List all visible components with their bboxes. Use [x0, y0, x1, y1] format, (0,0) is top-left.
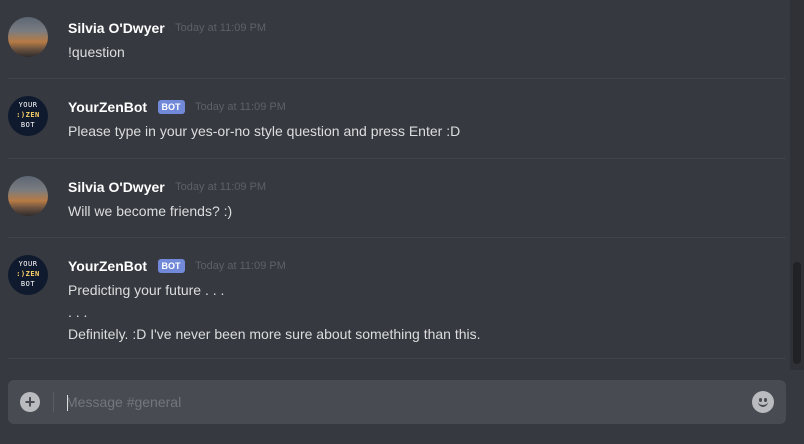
message-timestamp: Today at 11:09 PM — [175, 21, 267, 34]
bot-avatar[interactable]: YOUR :)ZEN BOT — [8, 255, 48, 295]
message-item: Silvia O'Dwyer Today at 11:09 PM !questi… — [8, 0, 786, 79]
message-author[interactable]: YourZenBot — [68, 99, 147, 115]
chat-window: Silvia O'Dwyer Today at 11:09 PM !questi… — [0, 0, 804, 444]
message-content: Please type in your yes-or-no style ques… — [68, 120, 460, 142]
bot-badge: BOT — [157, 258, 185, 273]
text-caret — [67, 395, 68, 411]
bot-logo-line: BOT — [20, 280, 36, 288]
message-item: Silvia O'Dwyer Today at 11:09 PM Will we… — [8, 159, 786, 238]
message-scrollbar[interactable] — [790, 0, 804, 370]
message-line: Predicting your future . . . — [68, 282, 225, 298]
message-timestamp: Today at 11:09 PM — [194, 259, 286, 272]
message-header: YourZenBot BOT Today at 11:09 PM — [68, 257, 286, 277]
message-line: Will we become friends? :) — [68, 203, 233, 219]
message-input[interactable] — [66, 388, 736, 416]
bot-logo: YOUR :)ZEN BOT — [8, 96, 48, 136]
bot-logo-line: :)ZEN — [16, 111, 40, 119]
message-list[interactable]: Silvia O'Dwyer Today at 11:09 PM !questi… — [0, 0, 790, 368]
message-line: !question — [68, 44, 125, 60]
message-author[interactable]: YourZenBot — [68, 258, 147, 274]
bot-logo-line: YOUR — [18, 101, 38, 109]
message-author[interactable]: Silvia O'Dwyer — [68, 179, 165, 195]
message-header: Silvia O'Dwyer Today at 11:09 PM — [68, 178, 266, 198]
bot-logo-line: :)ZEN — [16, 270, 40, 278]
message-item: YOUR :)ZEN BOT YourZenBot BOT Today at 1… — [8, 238, 786, 359]
composer-divider — [53, 392, 54, 412]
message-content: Predicting your future . . . . . . Defin… — [68, 279, 481, 345]
message-header: YourZenBot BOT Today at 11:09 PM — [68, 98, 286, 118]
message-timestamp: Today at 11:09 PM — [194, 100, 286, 113]
message-line: Please type in your yes-or-no style ques… — [68, 123, 461, 139]
user-avatar[interactable] — [8, 176, 48, 216]
message-content: Will we become friends? :) — [68, 200, 232, 222]
emoji-mouth — [758, 402, 768, 407]
bot-avatar[interactable]: YOUR :)ZEN BOT — [8, 96, 48, 136]
message-line: . . . — [68, 304, 88, 320]
bot-logo-line: BOT — [20, 121, 36, 129]
message-line: Definitely. :D I've never been more sure… — [68, 326, 481, 342]
plus-circle-icon[interactable]: + — [20, 392, 40, 412]
bot-logo-line: YOUR — [18, 260, 38, 268]
message-timestamp: Today at 11:09 PM — [175, 180, 267, 193]
scrollbar-thumb[interactable] — [793, 262, 801, 364]
smile-emoji-icon[interactable] — [752, 391, 774, 413]
message-item: YOUR :)ZEN BOT YourZenBot BOT Today at 1… — [8, 79, 786, 159]
message-author[interactable]: Silvia O'Dwyer — [68, 20, 165, 36]
bot-badge: BOT — [157, 99, 185, 114]
user-avatar[interactable] — [8, 17, 48, 57]
bot-logo: YOUR :)ZEN BOT — [8, 255, 48, 295]
message-composer: + — [8, 380, 786, 424]
message-header: Silvia O'Dwyer Today at 11:09 PM — [68, 19, 266, 39]
message-content: !question — [68, 41, 125, 63]
